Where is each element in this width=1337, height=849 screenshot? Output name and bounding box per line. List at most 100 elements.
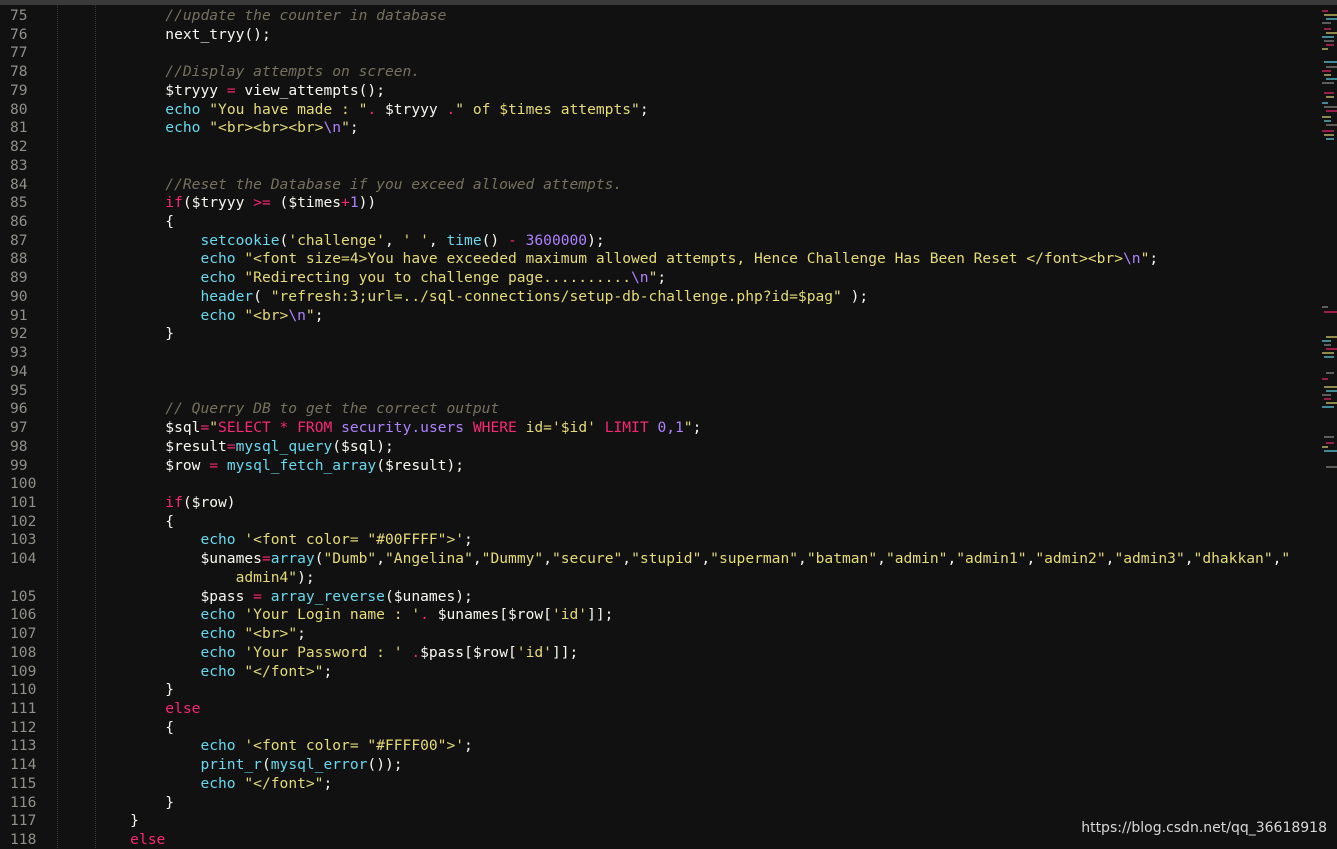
code-text: echo "Redirecting you to challenge page.… bbox=[95, 268, 666, 287]
minimap-line bbox=[1324, 450, 1337, 452]
code-token: , bbox=[622, 550, 632, 568]
code-token: $unames[$row[ bbox=[428, 606, 552, 624]
minimap-line bbox=[1322, 130, 1334, 132]
minimap-line bbox=[1326, 124, 1337, 126]
code-line: 110 } bbox=[0, 680, 1310, 699]
code-token: $pass[$row[ bbox=[420, 643, 517, 661]
minimap-line bbox=[1322, 306, 1328, 308]
code-line: 102 { bbox=[0, 512, 1310, 531]
code-token: , bbox=[701, 550, 711, 568]
code-token: ; bbox=[639, 100, 649, 118]
code-token: ( bbox=[261, 756, 271, 774]
code-token: ); bbox=[841, 287, 869, 305]
code-token: } bbox=[165, 793, 175, 811]
code-token: echo bbox=[200, 306, 236, 324]
code-line: 116 } bbox=[0, 793, 1310, 812]
code-token: $row bbox=[165, 456, 210, 474]
minimap[interactable] bbox=[1322, 6, 1337, 848]
line-number: 89 bbox=[10, 269, 28, 287]
minimap-line bbox=[1322, 102, 1328, 104]
minimap-line bbox=[1324, 386, 1337, 388]
minimap-line bbox=[1324, 92, 1334, 94]
code-token: if bbox=[165, 493, 183, 511]
code-token: ($sql); bbox=[332, 437, 394, 455]
code-text: $result=mysql_query($sql); bbox=[95, 437, 394, 456]
minimap-line bbox=[1326, 348, 1337, 350]
code-token: echo bbox=[200, 606, 236, 624]
code-token: echo bbox=[165, 100, 201, 118]
code-token: . bbox=[420, 606, 429, 624]
minimap-line bbox=[1326, 78, 1337, 80]
code-token: "<br><br><br> bbox=[209, 119, 324, 137]
line-number: 91 bbox=[10, 306, 28, 324]
code-line: 113 echo '<font color= "#FFFF00">'; bbox=[0, 736, 1310, 755]
code-line: 107 echo "<br>"; bbox=[0, 624, 1310, 643]
code-token: ($row) bbox=[182, 493, 236, 511]
line-number: 116 bbox=[10, 793, 37, 811]
code-token: ]]; bbox=[587, 606, 614, 624]
code-token: = bbox=[261, 550, 271, 568]
code-line: 101 if($row) bbox=[0, 493, 1310, 512]
minimap-line bbox=[1326, 32, 1337, 34]
code-token: 'id' bbox=[516, 643, 552, 661]
code-text: print_r(mysql_error()); bbox=[95, 755, 402, 774]
code-line: 80 echo "You have made : ". $tryyy ." of… bbox=[0, 100, 1310, 119]
code-token: "stupid" bbox=[631, 550, 702, 568]
code-text: echo "<br>\n"; bbox=[95, 306, 323, 325]
code-token: ; bbox=[349, 119, 359, 137]
code-token: security.users bbox=[341, 419, 465, 437]
code-token: 'challenge' bbox=[288, 231, 385, 249]
minimap-line bbox=[1324, 134, 1334, 136]
minimap-line bbox=[1324, 436, 1334, 438]
code-token: } bbox=[165, 325, 175, 343]
code-token: " of $times attempts" bbox=[455, 100, 640, 118]
minimap-line bbox=[1326, 390, 1337, 392]
minimap-line bbox=[1322, 446, 1328, 448]
code-line: 112 { bbox=[0, 718, 1310, 737]
code-token: = bbox=[226, 437, 236, 455]
code-token: ($result); bbox=[376, 456, 465, 474]
code-token: ); bbox=[587, 231, 605, 249]
line-number: 78 bbox=[10, 63, 28, 81]
line-number: 81 bbox=[10, 119, 28, 137]
code-text: echo "<font size=4>You have exceeded max… bbox=[95, 249, 1158, 268]
line-number: 84 bbox=[10, 175, 28, 193]
line-number: 115 bbox=[10, 774, 37, 792]
code-token: mysql_fetch_array bbox=[226, 456, 377, 474]
code-line: 93 bbox=[0, 343, 1310, 362]
code-token: { bbox=[165, 512, 175, 530]
code-token: setcookie bbox=[200, 231, 280, 249]
minimap-line bbox=[1324, 344, 1331, 346]
minimap-line bbox=[1322, 406, 1334, 408]
code-token: ($tryyy bbox=[182, 194, 254, 212]
code-text: } bbox=[95, 324, 174, 343]
line-number: 100 bbox=[10, 475, 37, 493]
line-number: 77 bbox=[10, 44, 28, 62]
minimap-line bbox=[1324, 311, 1337, 313]
minimap-line bbox=[1322, 82, 1334, 84]
code-token: "Redirecting you to challenge page......… bbox=[244, 269, 631, 287]
minimap-line bbox=[1324, 14, 1337, 16]
code-token: "Angelina" bbox=[385, 550, 473, 568]
line-number: 108 bbox=[10, 643, 37, 661]
code-token: ; bbox=[297, 625, 306, 643]
code-line: 84 //Reset the Database if you exceed al… bbox=[0, 175, 1310, 194]
minimap-line bbox=[1326, 442, 1334, 444]
code-token: "</font>" bbox=[244, 662, 324, 680]
code-token: )) bbox=[358, 194, 377, 212]
line-number: 113 bbox=[10, 737, 37, 755]
code-line: 114 print_r(mysql_error()); bbox=[0, 755, 1310, 774]
code-token: next_tryy(); bbox=[165, 25, 271, 43]
code-token: \n bbox=[630, 269, 649, 287]
line-number: 96 bbox=[10, 400, 28, 418]
code-token: mysql_error bbox=[270, 756, 368, 774]
code-token: } bbox=[165, 681, 175, 699]
minimap-line bbox=[1322, 340, 1331, 342]
code-editor[interactable]: 75 //update the counter in database 76 ne… bbox=[0, 6, 1310, 848]
minimap-line bbox=[1326, 18, 1337, 20]
code-line: 86 { bbox=[0, 212, 1310, 231]
code-token: 0,1 bbox=[657, 419, 684, 437]
